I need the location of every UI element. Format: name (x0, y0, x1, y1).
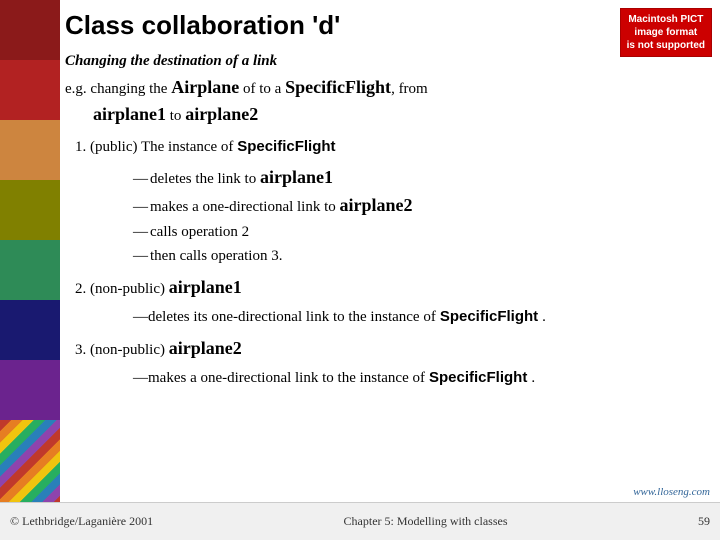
slide: Macintosh PICTimage formatis not support… (0, 0, 720, 540)
specificflight-ref2: SpecificFlight (440, 305, 538, 329)
list-item-3: 3. (non-public) airplane2 (75, 335, 710, 362)
sub-3-1: —makes a one-directional link to the ins… (133, 366, 710, 390)
bar-brown (0, 120, 60, 180)
list-item-1-subs: —deletes the link to airplane1 —makes a … (103, 163, 710, 269)
list-item-2: 2. (non-public) airplane1 (75, 274, 710, 301)
main-content: Class collaboration 'd' Changing the des… (65, 10, 710, 500)
list: 1. (public) The instance of SpecificFlig… (75, 136, 710, 390)
subtitle: Changing the destination of a link (65, 53, 710, 70)
list-item-2-subs: —deletes its one-directional link to the… (103, 305, 710, 329)
specificflight-label: SpecificFlight (285, 77, 391, 97)
eg-line: e.g. changing the Airplane of to a Speci… (65, 74, 710, 128)
footer: © Lethbridge/Laganière 2001 Chapter 5: M… (0, 502, 720, 540)
bar-darkred (0, 60, 60, 120)
left-bar (0, 0, 60, 540)
sub-1-1: —deletes the link to airplane1 (133, 163, 710, 192)
airplane2-ref2: airplane2 (169, 338, 242, 358)
sub-2-1: —deletes its one-directional link to the… (133, 305, 710, 329)
slide-title: Class collaboration 'd' (65, 10, 710, 41)
specificflight-ref1: SpecificFlight (237, 138, 335, 155)
list-item-1: 1. (public) The instance of SpecificFlig… (75, 136, 710, 159)
footer-copyright: © Lethbridge/Laganière 2001 (10, 514, 153, 529)
bar-olive (0, 180, 60, 240)
bar-red (0, 0, 60, 60)
airplane1-ref2: airplane1 (169, 277, 242, 297)
airplane1-label: airplane1 (93, 104, 166, 124)
sub-1-3: —calls operation 2 (133, 220, 710, 244)
www-link: www.lloseng.com (633, 486, 710, 498)
footer-page: 59 (698, 514, 710, 529)
bar-purple (0, 360, 60, 420)
sub-1-2: —makes a one-directional link to airplan… (133, 191, 710, 220)
airplane1-ref: airplane1 (260, 167, 333, 187)
bar-teal (0, 240, 60, 300)
sub-1-4: —then calls operation 3. (133, 244, 710, 268)
airplane-label: Airplane (171, 77, 239, 97)
footer-chapter: Chapter 5: Modelling with classes (344, 514, 508, 529)
specificflight-ref3: SpecificFlight (429, 366, 527, 390)
bar-navy (0, 300, 60, 360)
airplane2-label: airplane2 (185, 104, 258, 124)
airplane2-ref: airplane2 (340, 195, 413, 215)
list-item-3-subs: —makes a one-directional link to the ins… (103, 366, 710, 390)
